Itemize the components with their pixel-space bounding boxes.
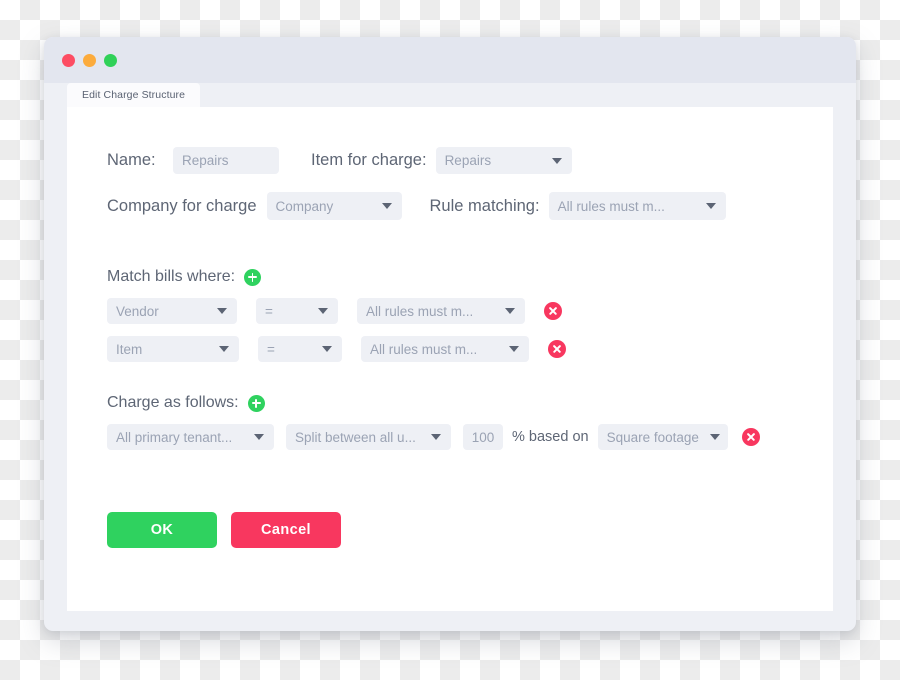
form-row-company: Company for charge Company Rule matching… bbox=[107, 192, 833, 220]
form-row-name: Name: Repairs Item for charge: Repairs bbox=[107, 147, 833, 174]
charge-method-select[interactable]: Split between all u... bbox=[286, 424, 451, 450]
charge-amount-input[interactable]: 100 bbox=[463, 424, 503, 450]
close-circle-icon-delete-match-rule[interactable] bbox=[548, 340, 566, 358]
chevron-down-icon bbox=[219, 346, 229, 352]
company-for-charge-label: Company for charge bbox=[107, 196, 257, 215]
match-rule-field-value: Vendor bbox=[116, 303, 159, 319]
chevron-down-icon bbox=[505, 308, 515, 314]
match-rule-operator-value: = bbox=[267, 341, 275, 357]
match-rule-condition-value: All rules must m... bbox=[370, 341, 478, 357]
ok-button[interactable]: OK bbox=[107, 512, 217, 548]
match-bills-header: Match bills where: bbox=[107, 268, 833, 286]
match-rule-row: Vendor = All rules must m... bbox=[107, 298, 833, 324]
match-rule-operator-value: = bbox=[265, 303, 273, 319]
charge-as-follows-header: Charge as follows: bbox=[107, 394, 833, 412]
app-window: Edit Charge Structure Name: Repairs Item… bbox=[44, 37, 856, 631]
item-for-charge-label: Item for charge: bbox=[311, 151, 427, 169]
close-circle-icon-delete-charge-rule[interactable] bbox=[741, 428, 760, 446]
dialog-footer: OK Cancel bbox=[107, 512, 833, 548]
charge-method-value: Split between all u... bbox=[295, 429, 416, 445]
title-bar bbox=[44, 37, 856, 83]
content-card: Name: Repairs Item for charge: Repairs C… bbox=[67, 107, 833, 611]
charge-target-select[interactable]: All primary tenant... bbox=[107, 424, 274, 450]
match-rule-operator-select[interactable]: = bbox=[258, 336, 342, 362]
company-for-charge-value: Company bbox=[275, 198, 334, 214]
charge-rule-row: All primary tenant... Split between all … bbox=[107, 424, 833, 450]
match-rule-condition-select[interactable]: All rules must m... bbox=[361, 336, 529, 362]
chevron-down-icon bbox=[381, 203, 392, 209]
charge-as-follows-heading: Charge as follows: bbox=[107, 394, 239, 411]
close-window-button[interactable] bbox=[62, 53, 75, 67]
match-rule-operator-select[interactable]: = bbox=[256, 298, 338, 324]
match-bills-heading: Match bills where: bbox=[107, 268, 236, 285]
match-rule-field-select[interactable]: Vendor bbox=[107, 298, 237, 324]
cancel-button[interactable]: Cancel bbox=[231, 512, 341, 548]
chevron-down-icon bbox=[509, 346, 519, 352]
item-for-charge-value: Repairs bbox=[444, 153, 492, 168]
maximize-window-button[interactable] bbox=[104, 53, 117, 67]
chevron-down-icon bbox=[705, 203, 716, 209]
tab-strip: Edit Charge Structure bbox=[44, 83, 856, 107]
chevron-down-icon bbox=[318, 308, 328, 314]
chevron-down-icon bbox=[254, 434, 264, 440]
charge-amount-value: 100 bbox=[471, 429, 495, 445]
rule-matching-label: Rule matching: bbox=[429, 196, 540, 215]
charge-basis-value: Square footage bbox=[606, 429, 699, 445]
rule-matching-select[interactable]: All rules must m... bbox=[548, 192, 726, 220]
match-rule-row: Item = All rules must m... bbox=[107, 336, 833, 362]
charge-basis-select[interactable]: Square footage bbox=[597, 424, 728, 450]
tab-edit-charge-structure[interactable]: Edit Charge Structure bbox=[67, 83, 201, 107]
name-input-value: Repairs bbox=[182, 153, 229, 168]
chevron-down-icon bbox=[322, 346, 332, 352]
name-input[interactable]: Repairs bbox=[173, 147, 279, 174]
match-rule-condition-value: All rules must m... bbox=[366, 303, 474, 319]
charge-unit-text: % based on bbox=[512, 429, 589, 445]
rule-matching-value: All rules must m... bbox=[557, 198, 665, 214]
tab-label: Edit Charge Structure bbox=[82, 89, 186, 101]
close-circle-icon-delete-match-rule[interactable] bbox=[544, 302, 562, 320]
match-rule-field-value: Item bbox=[116, 341, 143, 357]
chevron-down-icon bbox=[217, 308, 227, 314]
chevron-down-icon bbox=[431, 434, 441, 440]
match-rule-field-select[interactable]: Item bbox=[107, 336, 239, 362]
plus-circle-icon-add-match-rule[interactable] bbox=[244, 268, 262, 286]
chevron-down-icon bbox=[551, 157, 562, 164]
chevron-down-icon bbox=[709, 434, 720, 440]
minimize-window-button[interactable] bbox=[83, 53, 96, 67]
plus-circle-icon-add-charge-rule[interactable] bbox=[247, 394, 265, 412]
match-rule-condition-select[interactable]: All rules must m... bbox=[357, 298, 525, 324]
name-label: Name: bbox=[107, 151, 156, 169]
charge-target-value: All primary tenant... bbox=[116, 429, 233, 445]
item-for-charge-select[interactable]: Repairs bbox=[435, 147, 572, 174]
charge-structure-form: Name: Repairs Item for charge: Repairs C… bbox=[67, 107, 833, 548]
company-for-charge-select[interactable]: Company bbox=[266, 192, 402, 220]
